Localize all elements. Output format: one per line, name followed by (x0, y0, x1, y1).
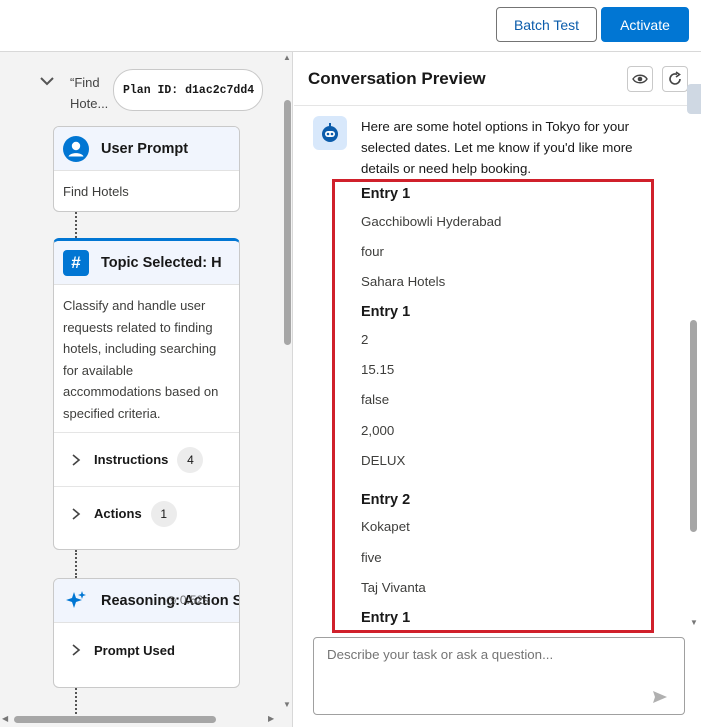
conversation-scrollbar[interactable] (690, 320, 697, 532)
refresh-button[interactable] (662, 66, 688, 92)
eye-icon (632, 74, 648, 84)
refresh-icon (669, 71, 681, 85)
actions-label: Actions (94, 506, 142, 521)
scroll-left-icon[interactable]: ◀ (2, 714, 8, 723)
prompt-used-row[interactable]: Prompt Used (54, 623, 239, 677)
entry-value: five (361, 550, 382, 565)
scroll-down-icon[interactable]: ▼ (690, 618, 698, 627)
entry-value: Gacchibowli Hyderabad (361, 214, 502, 229)
entry-heading: Entry 1 (361, 304, 411, 320)
user-icon (63, 135, 89, 162)
plan-horizontal-scrollbar[interactable] (14, 716, 216, 723)
connector-line (75, 688, 77, 718)
chevron-right-icon (72, 507, 81, 520)
reasoning-card: Reasoning: Action S ◷ 0.52s Prompt Used (53, 578, 240, 688)
message-input-box[interactable] (313, 637, 685, 715)
entry-value: Taj Vivanta (361, 580, 426, 595)
scroll-down-icon[interactable]: ▼ (283, 700, 291, 709)
activate-button[interactable]: Activate (601, 7, 689, 42)
instructions-row[interactable]: Instructions 4 (54, 432, 239, 486)
user-prompt-card: User Prompt Find Hotels (53, 126, 240, 212)
chevron-right-icon (72, 453, 81, 466)
topic-description: Classify and handle user requests relate… (63, 298, 219, 421)
conversation-title: Conversation Preview (308, 69, 486, 88)
conversation-panel: Conversation Preview Here are some hotel… (294, 52, 701, 727)
instructions-count-badge: 4 (177, 446, 204, 473)
message-input[interactable] (314, 638, 684, 714)
clock-icon: ◷ (166, 593, 177, 607)
actions-count-badge: 1 (150, 500, 177, 527)
hash-icon: # (63, 249, 89, 276)
entry-heading: Entry 1 (361, 186, 411, 202)
entry-value: DELUX (361, 453, 406, 468)
card-title: Topic Selected: H (101, 254, 222, 271)
chevron-right-icon (72, 644, 81, 656)
plan-vertical-scrollbar[interactable] (284, 100, 291, 345)
plan-breadcrumb[interactable]: “Find Hote... (70, 72, 114, 114)
app-root: Batch Test Activate “Find Hote... Plan I… (0, 0, 701, 727)
chevron-down-icon[interactable] (38, 72, 56, 90)
connector-line (75, 550, 77, 578)
elapsed-time: ◷ 0.52s (166, 593, 209, 607)
instructions-label: Instructions (94, 452, 169, 467)
prompt-used-label: Prompt Used (94, 642, 175, 658)
send-icon[interactable] (652, 689, 668, 705)
card-title: User Prompt (101, 140, 189, 157)
bot-avatar-icon (313, 116, 347, 150)
entry-value: 2,000 (361, 423, 395, 438)
entries-highlight-box: Entry 1 Gacchibowli Hyderabad four Sahar… (332, 179, 654, 633)
top-toolbar: Batch Test Activate (0, 0, 701, 52)
actions-row[interactable]: Actions 1 (54, 486, 239, 540)
entry-value: false (361, 392, 390, 407)
entry-value: 15.15 (361, 362, 395, 377)
elapsed-time-value: 0.52s (179, 593, 210, 607)
plan-id-pill: Plan ID: d1ac2c7dd4 (113, 69, 263, 111)
connector-line (75, 212, 77, 238)
batch-test-button[interactable]: Batch Test (496, 7, 597, 42)
bot-message: Here are some hotel options in Tokyo for… (361, 119, 633, 176)
entry-value: Kokapet (361, 519, 410, 534)
entry-heading: Entry 1 (361, 610, 411, 626)
topic-card: # Topic Selected: H Classify and handle … (53, 238, 240, 550)
card-header: User Prompt (54, 127, 239, 171)
preview-button[interactable] (627, 66, 653, 92)
header-divider (294, 105, 701, 106)
side-panel-tab[interactable] (687, 84, 701, 114)
entry-value: four (361, 244, 384, 259)
plan-panel: “Find Hote... Plan ID: d1ac2c7dd4 User P… (0, 52, 293, 727)
scroll-up-icon[interactable]: ▲ (283, 53, 291, 62)
user-prompt-text: Find Hotels (63, 184, 129, 199)
entry-heading: Entry 2 (361, 492, 411, 508)
scroll-right-icon[interactable]: ▶ (268, 714, 274, 723)
card-header: Reasoning: Action S ◷ 0.52s (54, 579, 239, 623)
entry-value: 2 (361, 332, 369, 347)
card-header: # Topic Selected: H (54, 241, 239, 285)
sparkle-icon (63, 588, 89, 614)
entry-value: Sahara Hotels (361, 274, 446, 289)
